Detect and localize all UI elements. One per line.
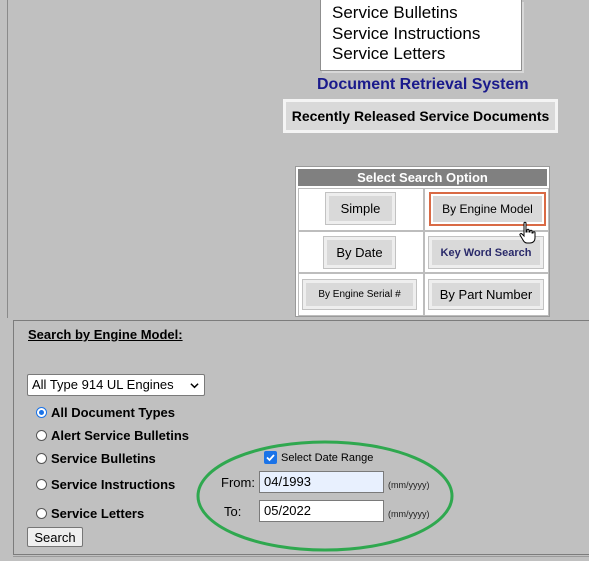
bottom-divider — [13, 556, 589, 557]
doc-type-option-service-letters[interactable]: Service Letters — [36, 505, 144, 521]
hand-cursor-icon — [519, 221, 536, 244]
list-item[interactable]: Service Instructions — [332, 24, 480, 44]
radio-label: Service Letters — [51, 505, 145, 521]
radio-label: Service Bulletins — [51, 450, 156, 466]
simple-search-button[interactable]: Simple — [325, 192, 396, 225]
doc-type-option-service-bulletins[interactable]: Service Bulletins — [36, 450, 156, 466]
to-label: To: — [224, 504, 242, 519]
doc-type-option-service-instructions[interactable]: Service Instructions — [36, 476, 175, 492]
date-range-label: Select Date Range — [281, 451, 374, 464]
by-engine-model-button[interactable]: By Engine Model — [429, 192, 546, 226]
date-range-checkbox[interactable] — [264, 451, 277, 464]
search-button[interactable]: Search — [27, 527, 83, 547]
date-range-toggle[interactable]: Select Date Range — [264, 451, 373, 464]
radio-button[interactable] — [36, 507, 47, 519]
chevron-down-icon — [190, 383, 199, 389]
radio-button[interactable] — [36, 452, 47, 464]
engine-model-select[interactable]: All Type 914 UL Engines — [27, 374, 205, 396]
document-type-list: Service Bulletins Service Instructions S… — [320, 0, 522, 71]
radio-label: Service Instructions — [51, 476, 176, 492]
search-option-header: Select Search Option — [298, 169, 547, 186]
panel-title: Search by Engine Model: — [28, 327, 183, 342]
engine-model-selected-value: All Type 914 UL Engines — [32, 377, 174, 392]
to-date-input[interactable]: 05/2022 — [259, 500, 384, 522]
search-option-table: Select Search Option Simple By Engine Mo… — [295, 166, 550, 317]
radio-label: All Document Types — [51, 404, 176, 420]
from-label: From: — [221, 475, 255, 490]
by-part-number-button[interactable]: By Part Number — [428, 279, 544, 310]
from-format-hint: (mm/yyyy) — [388, 480, 430, 490]
left-border — [7, 0, 8, 318]
radio-button[interactable] — [36, 406, 47, 418]
doc-type-option-all[interactable]: All Document Types — [36, 404, 175, 420]
checkmark-icon — [266, 454, 275, 462]
by-engine-serial-button[interactable]: By Engine Serial # — [302, 279, 417, 310]
page-title: Document Retrieval System — [317, 76, 529, 93]
from-date-input[interactable]: 04/1993 — [259, 471, 384, 493]
recent-documents-button[interactable]: Recently Released Service Documents — [283, 99, 558, 133]
list-item[interactable]: Service Bulletins — [332, 3, 458, 23]
doc-type-option-alert-service-bulletins[interactable]: Alert Service Bulletins — [36, 427, 189, 443]
radio-label: Alert Service Bulletins — [51, 427, 189, 443]
by-date-button[interactable]: By Date — [323, 236, 396, 269]
to-format-hint: (mm/yyyy) — [388, 509, 430, 519]
radio-button[interactable] — [36, 429, 47, 441]
radio-button[interactable] — [36, 478, 47, 490]
list-item[interactable]: Service Letters — [332, 44, 445, 64]
